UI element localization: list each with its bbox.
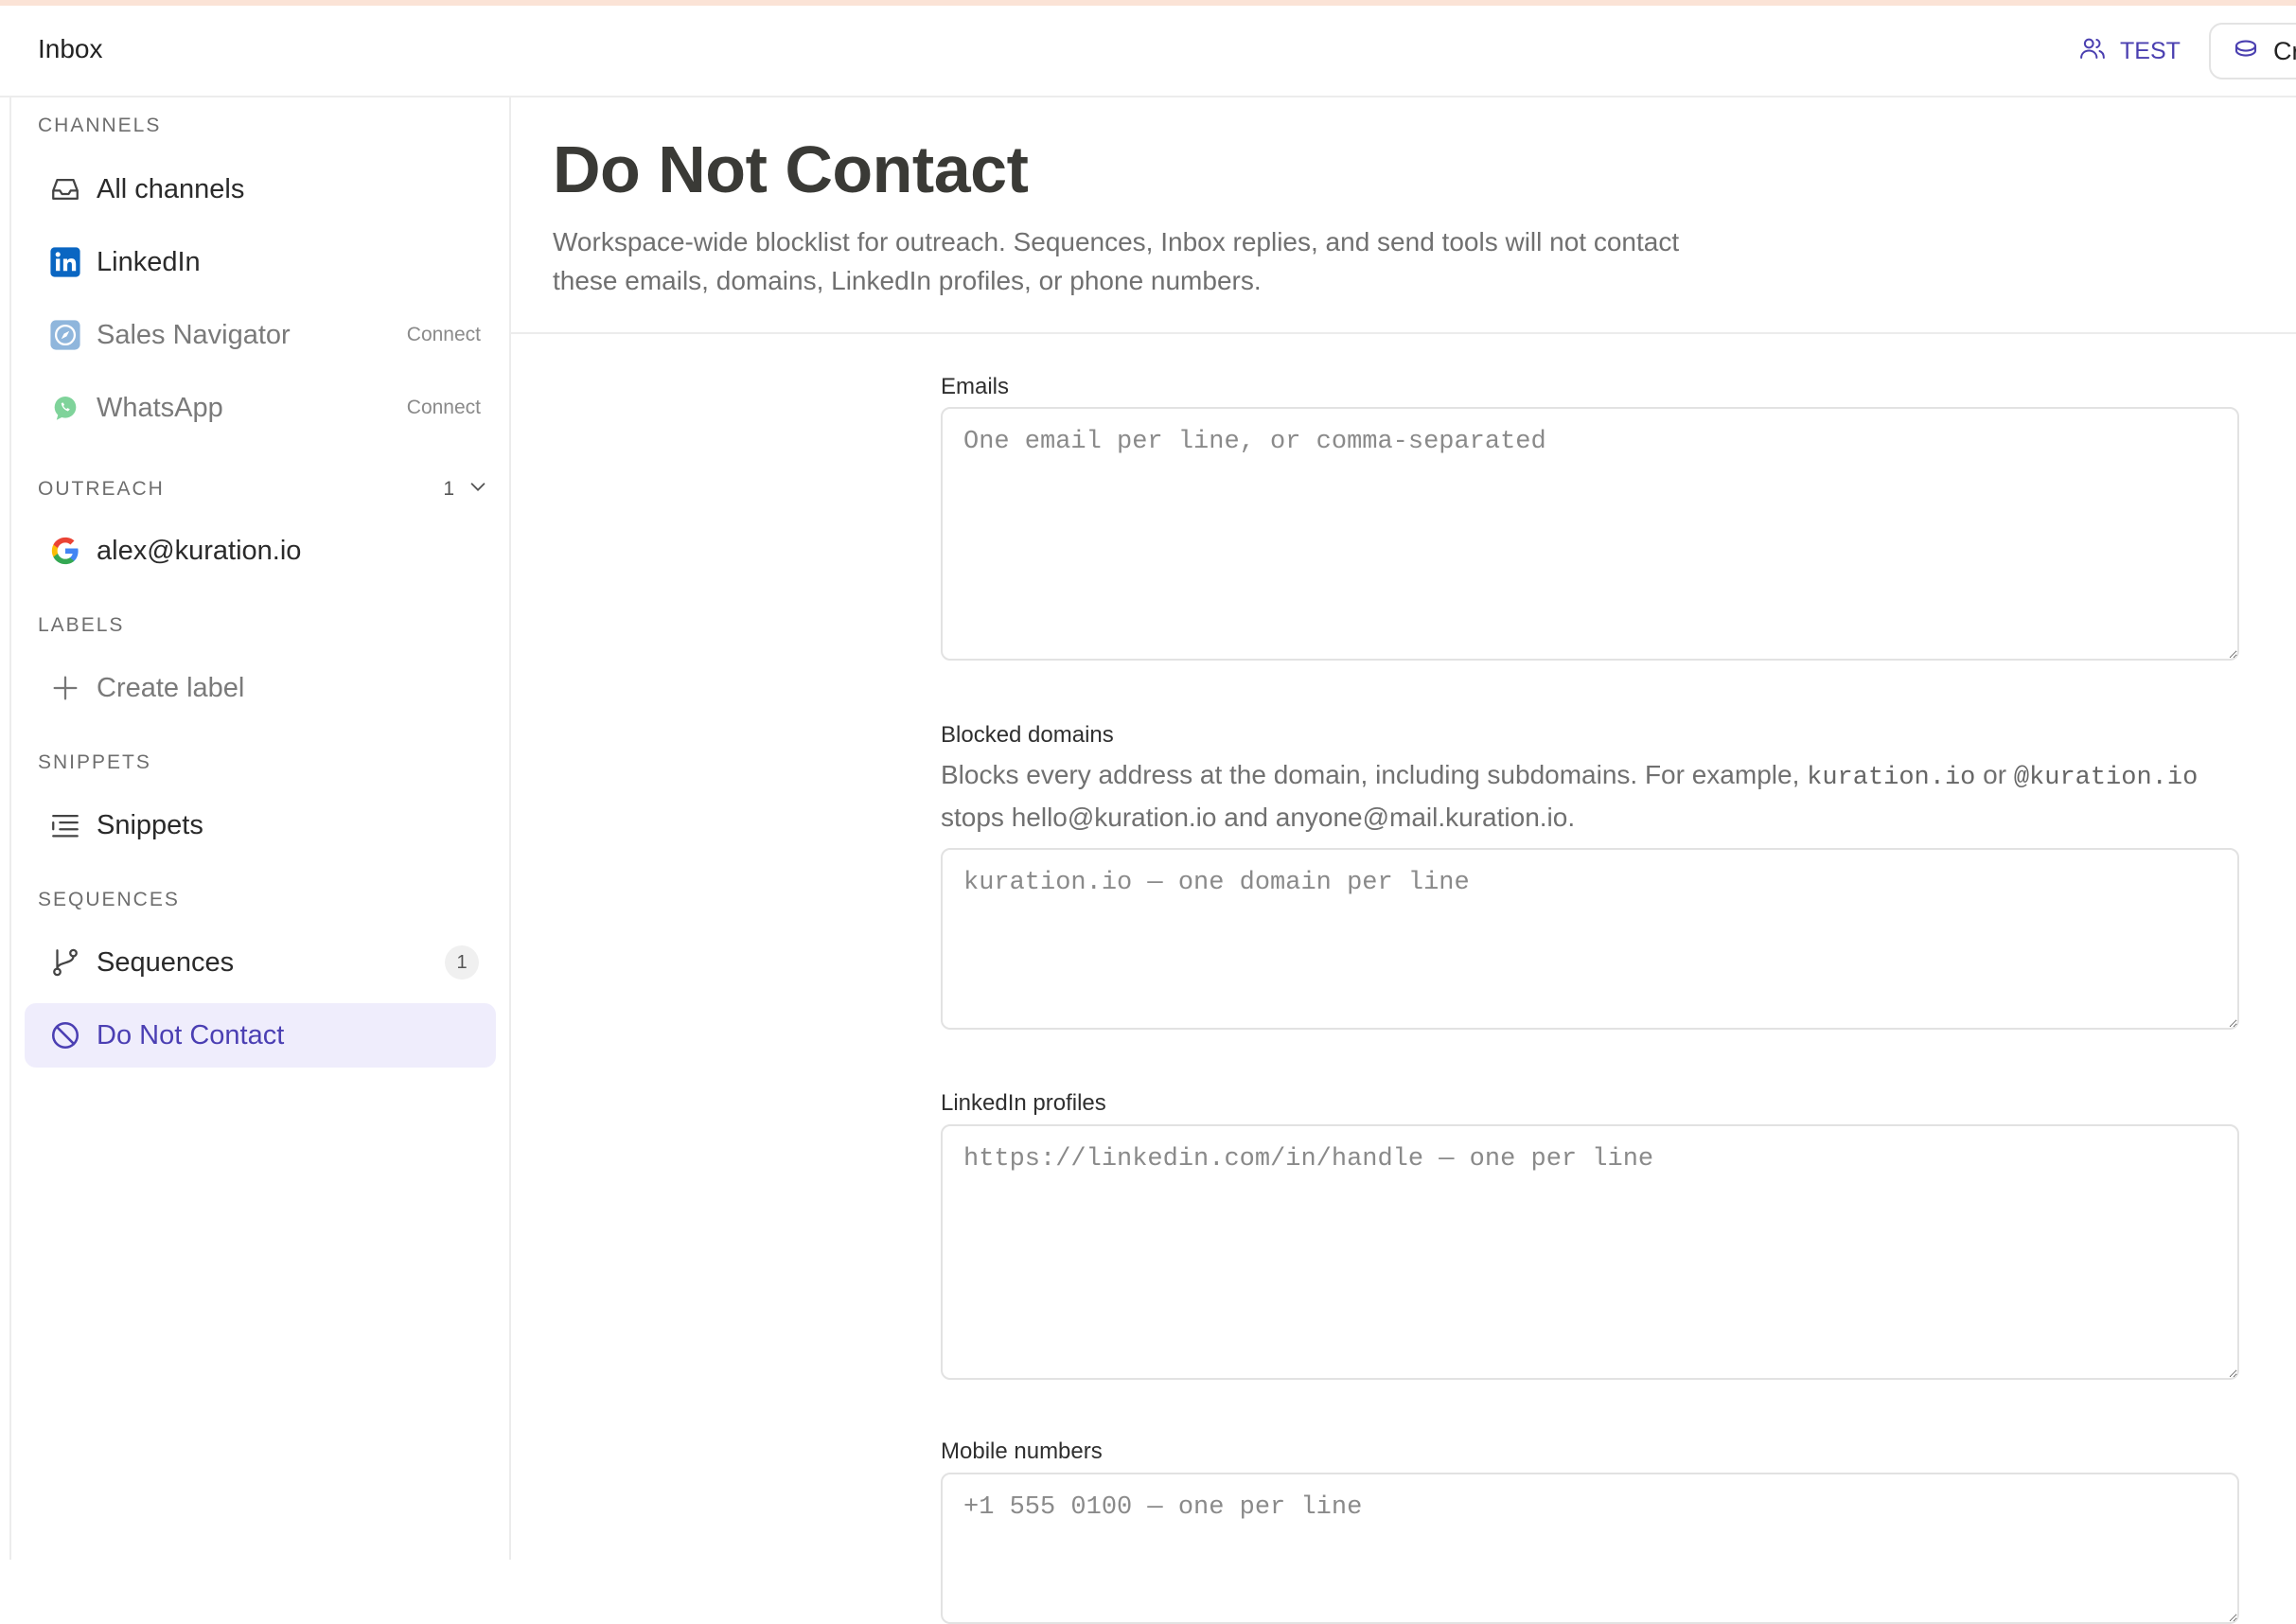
plus-icon [49,672,81,704]
sidebar-item-label: Do Not Contact [97,1019,285,1050]
sidebar-item-sales-navigator[interactable]: Sales Navigator Connect [25,303,496,367]
credits-button[interactable]: Cr [2209,23,2296,79]
header-divider [511,332,2296,334]
sidebar-item-whatsapp[interactable]: WhatsApp Connect [25,376,496,440]
page-title: Do Not Contact [553,132,1029,206]
example-domain: kuration.io [1807,764,1976,792]
coins-icon [2232,34,2260,69]
credits-label: Cr [2273,36,2296,65]
linkedin-icon [49,246,81,278]
sidebar-item-label: LinkedIn [97,246,201,277]
mobile-numbers-label: Mobile numbers [941,1439,1103,1464]
blocked-domains-field[interactable] [941,848,2239,1030]
sequences-heading: SEQUENCES [38,889,180,910]
connect-link[interactable]: Connect [407,324,481,346]
sidebar-item-linkedin[interactable]: LinkedIn [25,230,496,294]
sidebar-item-sequences[interactable]: Sequences 1 [25,930,496,995]
workspace-switcher[interactable]: TEST [2078,34,2181,69]
mobile-numbers-field[interactable] [941,1473,2239,1624]
git-branch-icon [49,946,81,979]
google-icon [49,535,81,567]
sidebar-item-all-channels[interactable]: All channels [25,157,496,221]
sidebar-item-label: alex@kuration.io [97,535,302,566]
app-title: Inbox [38,34,103,63]
sidebar-item-snippets[interactable]: Snippets [25,793,496,857]
sequences-count-badge: 1 [445,945,479,980]
outreach-count: 1 [443,478,454,500]
outreach-toggle[interactable]: 1 [443,476,488,503]
channels-heading: CHANNELS [38,115,162,136]
users-icon [2078,34,2107,69]
sidebar-item-label: Create label [97,672,245,703]
example-domain-at: @kuration.io [2013,764,2199,792]
labels-heading: LABELS [38,614,125,636]
compass-icon [49,319,81,351]
sidebar-item-label: Snippets [97,809,203,840]
whatsapp-icon [49,392,81,424]
blocked-domains-label: Blocked domains [941,722,1114,748]
left-rail [0,97,11,1560]
blocked-domains-help: Blocks every address at the domain, incl… [941,760,2199,832]
sidebar-item-do-not-contact[interactable]: Do Not Contact [25,1003,496,1068]
sidebar: CHANNELS All channels LinkedIn Sales Nav… [11,97,511,1560]
ban-icon [49,1019,81,1051]
linkedin-profiles-label: LinkedIn profiles [941,1090,1106,1116]
workspace-label: TEST [2120,38,2181,64]
linkedin-profiles-field[interactable] [941,1124,2239,1380]
sidebar-item-label: Sequences [97,946,235,978]
sidebar-item-label: All channels [97,173,245,204]
main-content: Do Not Contact Workspace-wide blocklist … [511,97,2296,1624]
sidebar-item-label: Sales Navigator [97,319,291,350]
top-bar: Inbox TEST Cr [0,6,2296,97]
create-label-button[interactable]: Create label [25,656,496,720]
sidebar-item-outreach-account[interactable]: alex@kuration.io [25,519,496,583]
list-icon [49,809,81,841]
page-description: Workspace-wide blocklist for outreach. S… [553,227,1680,295]
connect-link[interactable]: Connect [407,397,481,419]
snippets-heading: SNIPPETS [38,751,151,773]
sidebar-item-label: WhatsApp [97,392,223,423]
chevron-down-icon [468,476,488,503]
emails-label: Emails [941,374,1010,399]
outreach-heading: OUTREACH [38,478,165,500]
inbox-icon [49,173,81,205]
emails-field[interactable] [941,407,2239,661]
